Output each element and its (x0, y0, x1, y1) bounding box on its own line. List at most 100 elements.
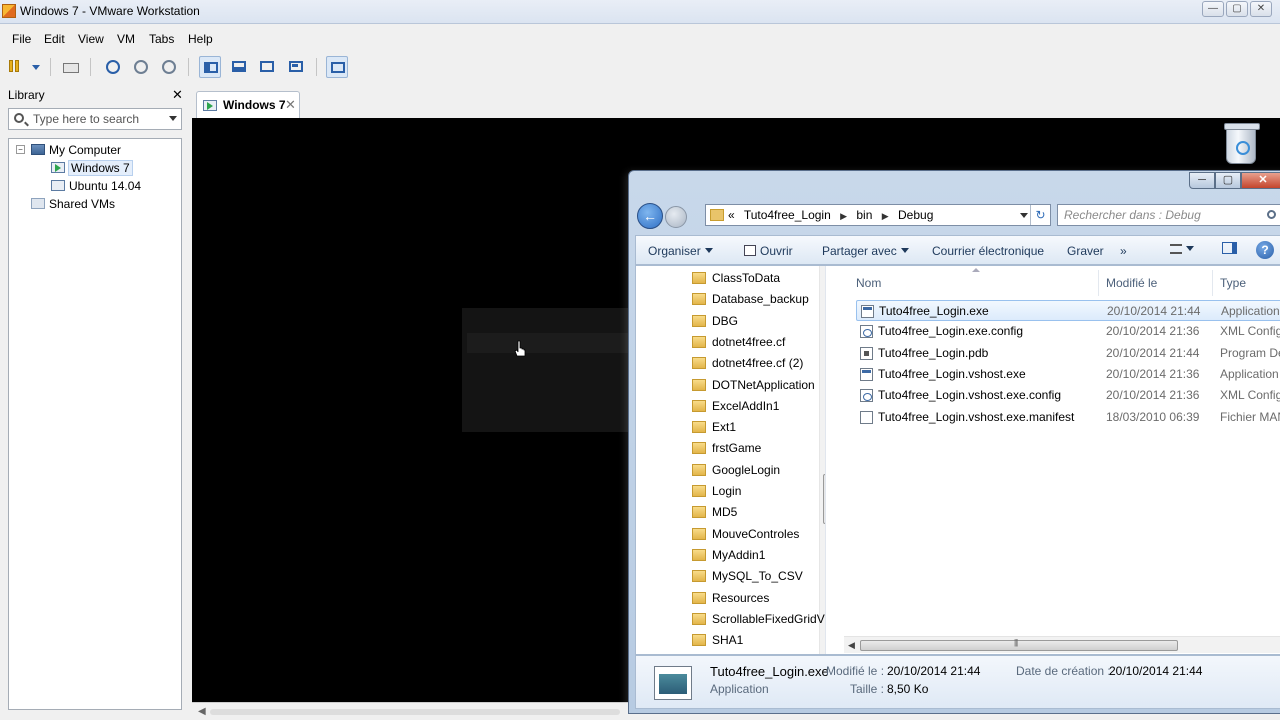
breadcrumb-tuto4free-login[interactable]: Tuto4free_Login (744, 208, 831, 222)
breadcrumb-separator-icon[interactable]: ▶ (882, 211, 889, 221)
list-view-icon (1170, 244, 1182, 254)
maximize-button[interactable]: ▢ (1226, 1, 1248, 17)
file-type: Application (1220, 366, 1279, 381)
nav-folder-item[interactable]: SHA1 (692, 630, 743, 651)
toolbar-separator (316, 58, 317, 76)
preview-pane-button[interactable] (1222, 242, 1237, 257)
view-options-button[interactable] (1170, 242, 1194, 256)
tree-item-windows-7[interactable]: Windows 7 (51, 159, 133, 177)
folder-icon (692, 463, 706, 476)
minimize-button[interactable]: — (1202, 1, 1224, 17)
help-icon[interactable]: ? (1256, 241, 1274, 259)
column-header-name[interactable]: Nom (856, 276, 881, 290)
nav-folder-item[interactable]: ExcelAddIn1 (692, 396, 779, 417)
menu-bar: File Edit View VM Tabs Help (0, 28, 1280, 50)
address-dropdown-icon[interactable] (1020, 213, 1028, 218)
breadcrumb-bin[interactable]: bin (856, 208, 872, 222)
scroll-thumb[interactable] (823, 474, 825, 524)
column-header-type[interactable]: Type (1220, 276, 1246, 290)
fullscreen-button[interactable] (256, 56, 278, 78)
send-ctrl-alt-del-button[interactable] (60, 56, 82, 78)
nav-folder-item[interactable]: MySQL_To_CSV (692, 566, 803, 587)
file-row[interactable]: Tuto4free_Login.exe.config 20/10/2014 21:… (856, 321, 1280, 342)
address-bar[interactable]: « Tuto4free_Login ▶ bin ▶ Debug ↻ (705, 204, 1051, 226)
share-with-button[interactable]: Partager avec (822, 244, 909, 258)
menu-vm[interactable]: VM (117, 32, 135, 46)
file-list-horizontal-scrollbar[interactable]: ◀ ||| (844, 636, 1280, 653)
unity-button[interactable] (285, 56, 307, 78)
nav-folder-item[interactable]: MyAddin1 (692, 545, 765, 566)
column-header-modified[interactable]: Modifié le (1106, 276, 1157, 290)
nav-folder-item[interactable]: MouveControles (692, 524, 799, 545)
forward-button[interactable] (665, 206, 687, 228)
nav-folder-item[interactable]: dotnet4free.cf (692, 332, 785, 353)
nav-folder-item[interactable]: dotnet4free.cf (2) (692, 353, 803, 374)
file-row[interactable]: Tuto4free_Login.pdb 20/10/2014 21:44 Progr… (856, 343, 1280, 364)
scroll-down-icon[interactable]: ▼ (824, 641, 825, 650)
menu-edit[interactable]: Edit (44, 32, 65, 46)
file-row[interactable]: Tuto4free_Login.vshost.exe.config 20/10/2… (856, 385, 1280, 406)
console-view-button[interactable] (326, 56, 348, 78)
tree-item-ubuntu[interactable]: Ubuntu 14.04 (51, 177, 141, 195)
scroll-thumb[interactable] (210, 709, 620, 715)
revert-snapshot-button[interactable] (130, 56, 152, 78)
tab-windows-7[interactable]: Windows 7 ✕ (196, 91, 300, 118)
nav-folder-item[interactable]: GoogleLogin (692, 460, 780, 481)
organize-button[interactable]: Organiser (648, 244, 713, 258)
column-divider[interactable] (1098, 270, 1099, 296)
nav-folder-item[interactable]: MD5 (692, 502, 737, 523)
scroll-up-icon[interactable]: ▲ (824, 270, 825, 279)
explorer-search-input[interactable] (1064, 208, 1254, 222)
file-row[interactable]: Tuto4free_Login.vshost.exe.manifest 18/03… (856, 407, 1280, 428)
nav-folder-item[interactable]: ScrollableFixedGridVie (692, 609, 825, 630)
navigation-scrollbar[interactable]: ▲ ▼ (819, 266, 825, 654)
scroll-left-icon[interactable]: ◀ (198, 706, 206, 717)
nav-folder-item[interactable]: Login (692, 481, 741, 502)
folder-icon (692, 591, 706, 604)
library-search-input[interactable] (33, 112, 163, 126)
tree-item-shared-vms[interactable]: Shared VMs (31, 195, 115, 213)
show-thumbnails-button[interactable] (228, 56, 250, 78)
recycle-bin-icon[interactable] (1224, 123, 1260, 164)
file-modified-date: 20/10/2014 21:36 (1106, 324, 1200, 339)
tab-close-icon[interactable]: ✕ (285, 97, 296, 113)
explorer-close-button[interactable]: ✕ (1241, 172, 1280, 189)
menu-file[interactable]: File (12, 32, 31, 46)
burn-button[interactable]: Graver (1067, 244, 1104, 258)
refresh-icon[interactable]: ↻ (1030, 205, 1050, 225)
show-library-button[interactable] (199, 56, 221, 78)
back-button[interactable]: ← (637, 203, 663, 229)
nav-folder-item[interactable]: DOTNetApplication (692, 375, 815, 396)
pause-button[interactable] (6, 56, 40, 78)
menu-view[interactable]: View (78, 32, 104, 46)
nav-folder-item[interactable]: Ext1 (692, 417, 736, 438)
file-row[interactable]: Tuto4free_Login.vshost.exe 20/10/2014 21:… (856, 364, 1280, 385)
open-button[interactable]: Ouvrir (744, 244, 793, 258)
take-snapshot-button[interactable] (102, 56, 124, 78)
nav-folder-item[interactable]: DBG (692, 311, 738, 332)
column-divider[interactable] (1212, 270, 1213, 296)
nav-folder-item[interactable]: Database_backup (692, 289, 809, 310)
tree-item-my-computer[interactable]: My Computer (31, 141, 121, 159)
close-button[interactable]: ✕ (1250, 1, 1272, 17)
more-commands-button[interactable]: » (1120, 244, 1127, 258)
nav-folder-item[interactable]: Resources (692, 588, 769, 609)
nav-folder-item[interactable]: ClassToData (692, 268, 780, 289)
console-horizontal-scrollbar[interactable]: ◀ (192, 702, 632, 720)
file-row[interactable]: Tuto4free_Login.exe 20/10/2014 21:44 Appli… (856, 300, 1280, 321)
explorer-maximize-button[interactable]: ▢ (1215, 172, 1241, 189)
library-close-icon[interactable]: ✕ (172, 87, 183, 103)
menu-tabs[interactable]: Tabs (149, 32, 174, 46)
snapshot-manager-button[interactable] (158, 56, 180, 78)
breadcrumb-debug[interactable]: Debug (898, 208, 933, 222)
breadcrumb-separator-icon[interactable]: ▶ (840, 211, 847, 221)
scroll-left-icon[interactable]: ◀ (848, 640, 855, 651)
tree-collapse-icon[interactable]: − (16, 145, 25, 154)
nav-folder-item[interactable]: frstGame (692, 438, 761, 459)
search-dropdown-icon[interactable] (169, 116, 177, 121)
breadcrumb-overflow[interactable]: « (728, 208, 735, 222)
scroll-thumb[interactable] (860, 640, 1178, 651)
explorer-minimize-button[interactable]: ─ (1189, 172, 1215, 189)
menu-help[interactable]: Help (188, 32, 213, 46)
email-button[interactable]: Courrier électronique (932, 244, 1044, 258)
